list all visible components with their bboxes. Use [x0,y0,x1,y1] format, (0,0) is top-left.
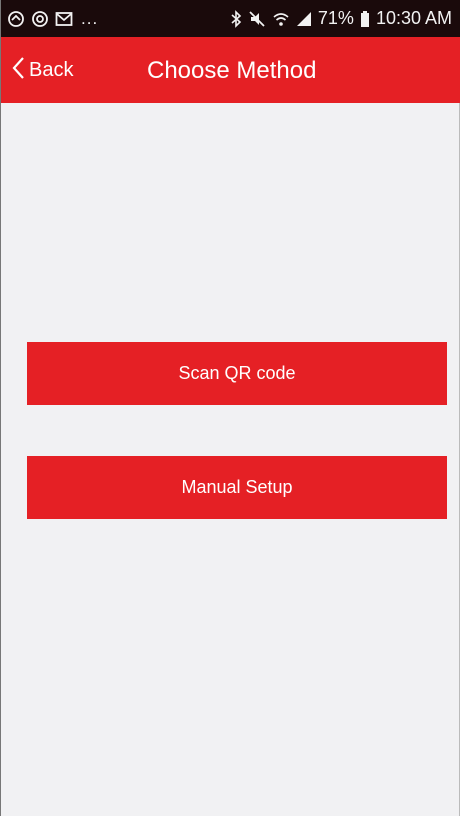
battery-icon [360,9,370,29]
back-label: Back [29,58,74,81]
scan-qr-code-label: Scan QR code [178,363,296,383]
phone-screen: ... 71% 10:30 AM Back Choose Method Scan… [0,0,460,816]
manual-setup-button[interactable]: Manual Setup [27,456,447,519]
status-bar-right: 71% 10:30 AM [230,8,452,29]
bluetooth-icon [230,9,242,29]
status-time: 10:30 AM [375,8,452,28]
mute-icon [248,9,266,29]
sync-icon [7,9,25,29]
more-notifications-indicator: ... [81,8,99,28]
back-button[interactable]: Back [11,55,73,85]
battery-percent: 71% [317,8,354,28]
wifi-icon [272,9,290,29]
signal-icon [296,9,312,29]
app-bar: Back Choose Method [1,37,460,103]
status-bar: ... 71% 10:30 AM [1,0,460,37]
scan-qr-code-button[interactable]: Scan QR code [27,342,447,405]
page-title: Choose Method [147,57,317,84]
chevron-left-icon [11,56,25,85]
manual-setup-label: Manual Setup [181,477,293,497]
gmail-icon [55,9,73,29]
status-bar-left: ... [7,9,98,29]
whatsapp-icon [31,9,49,29]
